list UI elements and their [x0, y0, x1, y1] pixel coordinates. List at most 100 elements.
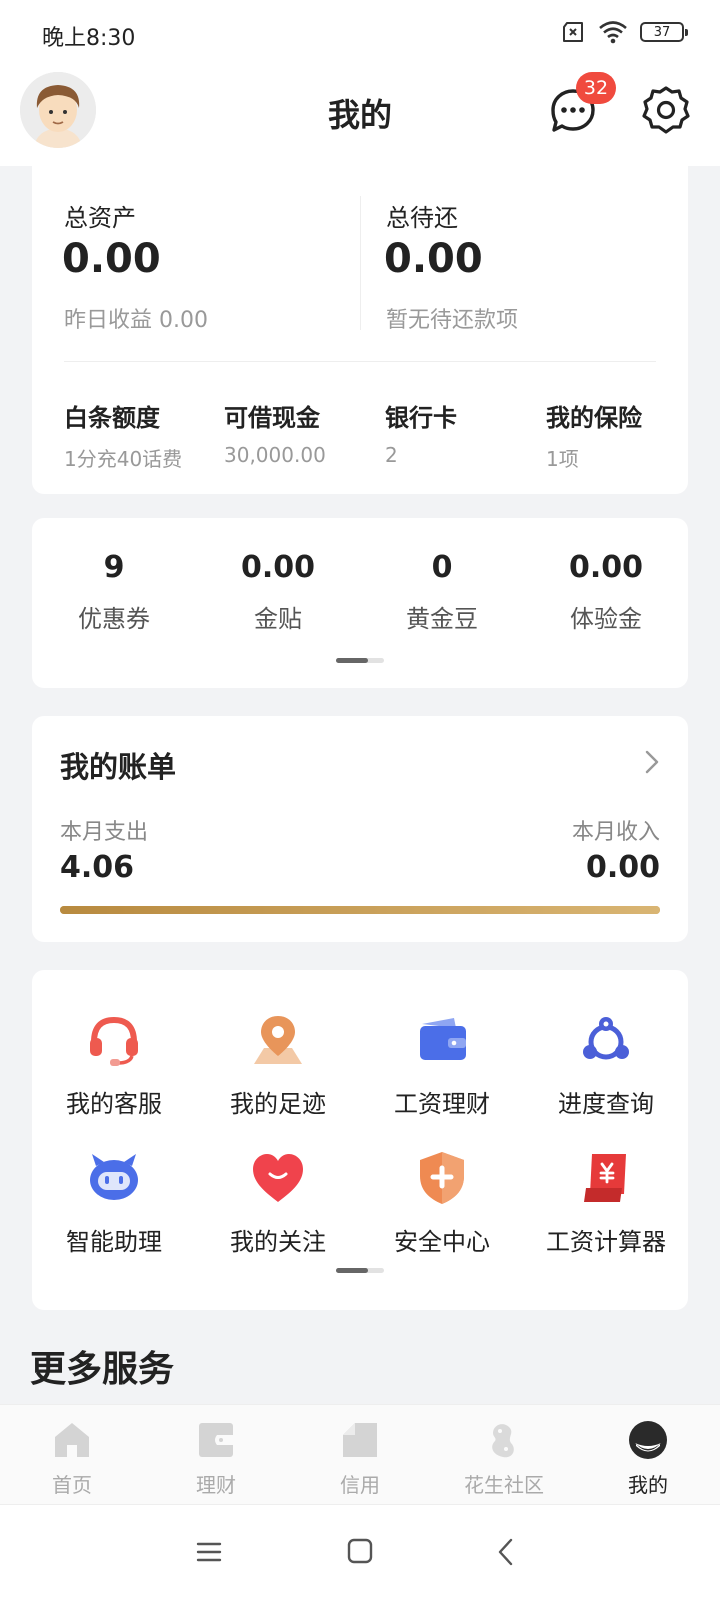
gear-icon [642, 86, 690, 134]
coupon-label: 金贴 [254, 605, 302, 633]
coupon-item[interactable]: 0 黄金豆 [360, 550, 524, 634]
cash-loan-sub: 30,000.00 [224, 443, 326, 467]
page-indicator [336, 658, 384, 663]
more-services-title: 更多服务 [30, 1349, 175, 1390]
security-center-item[interactable]: 安全中心 [360, 1148, 524, 1257]
progress-query-item[interactable]: 进度查询 [524, 1010, 688, 1119]
tab-credit[interactable]: 信用 [288, 1419, 432, 1498]
headset-icon [90, 1016, 138, 1066]
shield-icon [420, 1152, 464, 1204]
assets-card: 总资产 0.00 昨日收益 0.00 总待还 0.00 暂无待还款项 白条额度 … [32, 166, 688, 494]
credit-limit-item[interactable]: 白条额度 1分充40话费 [64, 398, 182, 472]
expense-label: 本月支出 [60, 820, 149, 845]
page-indicator [336, 1268, 384, 1273]
battery-level: 37 [653, 24, 671, 40]
menu-icon[interactable] [196, 1539, 222, 1565]
tab-mine[interactable]: 我的 [576, 1419, 720, 1498]
insurance-sub: 1项 [546, 447, 579, 471]
tab-label: 花生社区 [464, 1473, 544, 1497]
wallet-icon [420, 1018, 466, 1060]
bottom-tab-bar: 首页 理财 信用 花生社区 我的 [0, 1404, 720, 1504]
bank-card-item[interactable]: 银行卡 2 [385, 398, 457, 467]
profile-icon [629, 1421, 667, 1459]
tool-label: 进度查询 [558, 1090, 654, 1118]
my-follows-item[interactable]: 我的关注 [196, 1148, 360, 1257]
settings-button[interactable] [640, 84, 692, 136]
tab-label: 首页 [52, 1473, 92, 1497]
footprint-item[interactable]: 我的足迹 [196, 1010, 360, 1119]
tab-community[interactable]: 花生社区 [432, 1419, 576, 1498]
coupon-label: 优惠券 [78, 605, 150, 633]
expense-bar-fill [60, 906, 660, 914]
total-assets-value: 0.00 [62, 236, 161, 282]
total-repay-value: 0.00 [384, 236, 483, 282]
tool-label: 智能助理 [66, 1228, 162, 1256]
repay-note: 暂无待还款项 [386, 308, 519, 333]
coupon-label: 黄金豆 [406, 605, 478, 633]
tool-label: 安全中心 [394, 1228, 490, 1256]
credit-limit-sub: 1分充40话费 [64, 447, 183, 471]
divider [64, 361, 656, 362]
tool-label: 工资理财 [394, 1090, 490, 1118]
coupon-value: 0 [431, 550, 453, 585]
cash-loan-item[interactable]: 可借现金 30,000.00 [224, 398, 326, 467]
credit-limit-title: 白条额度 [64, 404, 160, 432]
coupon-item[interactable]: 9 优惠券 [32, 550, 196, 634]
tab-finance[interactable]: 理财 [144, 1419, 288, 1498]
back-icon[interactable] [496, 1538, 516, 1566]
document-icon [343, 1423, 377, 1457]
status-time: 晚上8:30 [42, 26, 136, 51]
smart-assistant-item[interactable]: 智能助理 [32, 1148, 196, 1257]
bill-card[interactable]: 我的账单 本月支出 本月收入 4.06 0.00 [32, 716, 688, 942]
customer-service-item[interactable]: 我的客服 [32, 1010, 196, 1119]
insurance-item[interactable]: 我的保险 1项 [546, 398, 642, 472]
yuan-calculator-icon [584, 1154, 626, 1202]
status-bar: 晚上8:30 37 [0, 0, 720, 64]
home-icon [55, 1423, 89, 1457]
tool-label: 我的足迹 [230, 1090, 326, 1118]
insurance-title: 我的保险 [546, 404, 642, 432]
total-repay-label: 总待还 [386, 204, 458, 232]
location-pin-icon [254, 1016, 302, 1064]
wallet-icon [199, 1423, 233, 1457]
bill-title: 我的账单 [60, 750, 177, 784]
coupon-value: 9 [103, 550, 125, 585]
yesterday-earnings: 昨日收益 0.00 [64, 308, 208, 333]
tab-home[interactable]: 首页 [0, 1419, 144, 1498]
peanut-icon [492, 1424, 514, 1458]
coupon-item[interactable]: 0.00 金贴 [196, 550, 360, 634]
bank-card-sub: 2 [385, 443, 398, 467]
header: 我的 32 [0, 64, 720, 166]
coupon-value: 0.00 [240, 550, 316, 585]
sim-off-icon [563, 22, 583, 42]
robot-icon [90, 1154, 138, 1200]
services-grid-card: 我的客服 我的足迹 工资理财 进度查询 智能助理 我的关注 安全中心 工资计算器 [32, 970, 688, 1310]
coupon-label: 体验金 [570, 605, 642, 633]
tool-label: 工资计算器 [546, 1228, 666, 1256]
cash-loan-title: 可借现金 [224, 404, 320, 432]
wifi-icon [599, 21, 627, 44]
system-nav-bar [0, 1504, 720, 1600]
battery-icon: 37 [640, 22, 688, 42]
salary-finance-item[interactable]: 工资理财 [360, 1010, 524, 1119]
bank-card-title: 银行卡 [385, 404, 457, 432]
tab-label: 理财 [196, 1473, 236, 1497]
total-assets-label: 总资产 [64, 204, 136, 232]
message-count-badge: 32 [576, 72, 616, 104]
tab-label: 我的 [628, 1473, 668, 1497]
tab-label: 信用 [340, 1473, 380, 1497]
salary-calculator-item[interactable]: 工资计算器 [524, 1148, 688, 1257]
coupon-item[interactable]: 0.00 体验金 [524, 550, 688, 634]
divider [360, 196, 361, 330]
chevron-right-icon[interactable] [640, 746, 664, 778]
status-icons: 37 [560, 20, 688, 44]
progress-network-icon [583, 1017, 629, 1060]
expense-income-bar [60, 906, 660, 914]
heart-icon [253, 1154, 303, 1202]
income-label: 本月收入 [571, 820, 660, 845]
coupon-value: 0.00 [568, 550, 644, 585]
home-square-icon[interactable] [347, 1538, 373, 1564]
expense-value: 4.06 [60, 850, 135, 885]
tool-label: 我的客服 [66, 1090, 162, 1118]
coupons-card: 9 优惠券 0.00 金贴 0 黄金豆 0.00 体验金 [32, 518, 688, 688]
